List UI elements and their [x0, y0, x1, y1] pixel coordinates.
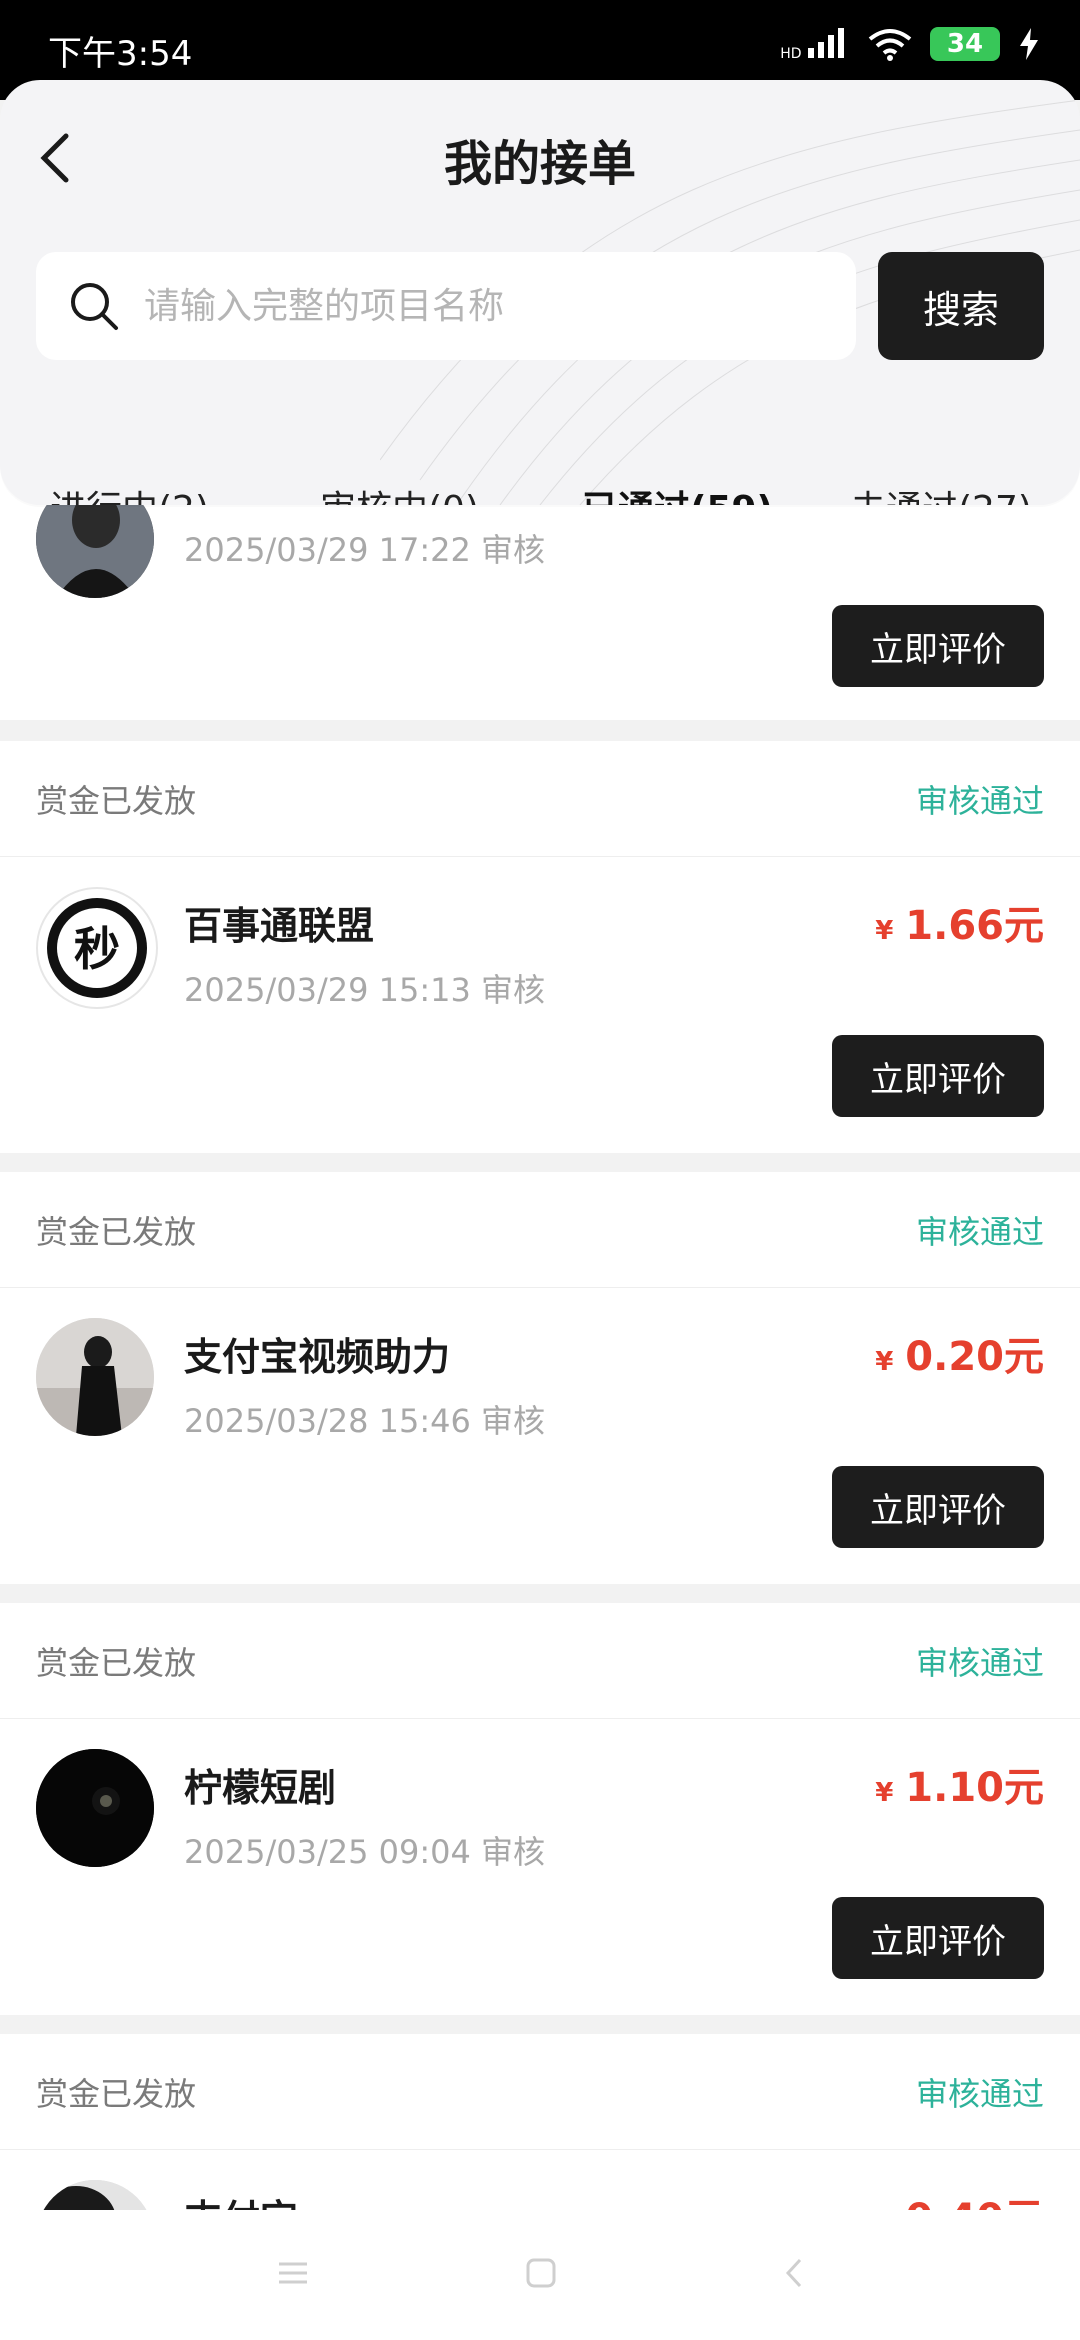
- reward-amount: ¥1.66元: [875, 893, 1044, 951]
- status-tabs: 进行中(2) 审核中(0) 已通过(59) 未通过(27): [0, 480, 1080, 505]
- avatar: [36, 1749, 154, 1867]
- order-card: 赏金已发放 审核通过 支付宝 ¥0.40元: [0, 2034, 1080, 2210]
- currency-symbol: ¥: [875, 916, 894, 946]
- rate-now-button[interactable]: 立即评价: [832, 1466, 1044, 1548]
- reward-paid-label: 赏金已发放: [36, 1643, 197, 1682]
- avatar-photo: [36, 2180, 154, 2210]
- signal-icon: HD: [780, 26, 850, 62]
- review-time: 2025/03/28 15:46 审核: [184, 1402, 546, 1440]
- avatar: 秒: [36, 887, 158, 1009]
- reward-amount: ¥1.10元: [875, 1755, 1044, 1813]
- review-time: 2025/03/29 15:13 审核: [184, 971, 546, 1009]
- page-header: 我的接单 搜索 进行中(2) 审核中(0) 已通过(59) 未通过(27): [0, 80, 1080, 505]
- miao-logo-icon: 秒: [47, 898, 147, 998]
- tab-under-review[interactable]: 审核中(0): [320, 480, 479, 505]
- review-passed-label: 审核通过: [915, 1643, 1044, 1682]
- card-status-row: 赏金已发放 审核通过: [0, 1603, 1080, 1719]
- rate-now-button[interactable]: 立即评价: [832, 605, 1044, 687]
- card-body[interactable]: 柠檬短剧 2025/03/25 09:04 审核 ¥1.10元 立即评价: [0, 1719, 1080, 2015]
- status-time: 下午3:54: [48, 34, 193, 74]
- avatar-photo: [36, 1749, 154, 1867]
- currency-symbol: ¥: [875, 1347, 894, 1377]
- currency-symbol: ¥: [875, 1778, 894, 1808]
- reward-amount: ¥0.20元: [875, 1324, 1044, 1382]
- search-box[interactable]: [36, 252, 856, 360]
- reward-paid-label: 赏金已发放: [36, 1212, 197, 1251]
- order-card: 赏金已发放 审核通过 支付宝视频助力 2025/03/28 15:46 审核 ¥…: [0, 1172, 1080, 1584]
- card-body[interactable]: 支付宝视频助力 2025/03/28 15:46 审核 ¥0.20元 立即评价: [0, 1288, 1080, 1584]
- rate-now-button[interactable]: 立即评价: [832, 1035, 1044, 1117]
- page-title: 我的接单: [443, 136, 636, 192]
- card-body[interactable]: 支付宝 ¥0.40元: [0, 2150, 1080, 2210]
- battery-indicator: 34: [930, 27, 1000, 61]
- back-nav-icon[interactable]: [778, 2256, 812, 2290]
- rate-now-button[interactable]: 立即评价: [832, 1897, 1044, 1979]
- miao-logo-text: 秒: [74, 922, 120, 976]
- review-passed-label: 审核通过: [915, 1212, 1044, 1251]
- charging-icon: [1020, 28, 1038, 60]
- search-icon: [71, 283, 118, 330]
- amount-value: 1.10元: [905, 1765, 1044, 1811]
- avatar-photo: [36, 1318, 154, 1436]
- project-title: 百事通联盟: [184, 904, 375, 948]
- card-status-row: 赏金已发放 审核通过: [0, 1172, 1080, 1288]
- reward-amount: ¥0.40元: [875, 2186, 1044, 2210]
- home-icon[interactable]: [524, 2256, 558, 2290]
- network-type-label: HD: [780, 46, 802, 62]
- tab-rejected[interactable]: 未通过(27): [850, 480, 1032, 505]
- avatar: [36, 2180, 154, 2210]
- order-card: 赏金已发放 审核通过 秒 百事通联盟 2025/03/29 15:13 审核 ¥…: [0, 741, 1080, 1153]
- tab-in-progress[interactable]: 进行中(2): [50, 480, 209, 505]
- review-passed-label: 审核通过: [915, 2074, 1044, 2113]
- amount-value: 1.66元: [905, 903, 1044, 949]
- card-status-row: 赏金已发放 审核通过: [0, 2034, 1080, 2150]
- reward-paid-label: 赏金已发放: [36, 2074, 197, 2113]
- review-passed-label: 审核通过: [915, 781, 1044, 820]
- project-title: 支付宝视频助力: [184, 1335, 451, 1379]
- order-card: 赏金已发放 审核通过 柠檬短剧 2025/03/25 09:04 审核 ¥1.1…: [0, 1603, 1080, 2015]
- status-icons: HD 34: [780, 26, 1040, 62]
- avatar: [36, 1318, 154, 1436]
- review-time: 2025/03/25 09:04 审核: [184, 1833, 546, 1871]
- tab-approved[interactable]: 已通过(59): [582, 480, 773, 505]
- wifi-icon: [868, 29, 912, 61]
- amount-value: 0.40元: [905, 2196, 1044, 2210]
- amount-value: 0.20元: [905, 1334, 1044, 1380]
- card-status-row: 赏金已发放 审核通过: [0, 741, 1080, 857]
- project-title: 柠檬短剧: [184, 1766, 337, 1810]
- search-input[interactable]: [142, 284, 826, 328]
- review-time: 2025/03/29 17:22 审核: [184, 531, 546, 569]
- project-title: 支付宝: [184, 2188, 298, 2210]
- menu-icon[interactable]: [276, 2256, 310, 2290]
- system-nav-bar: [0, 2210, 1080, 2340]
- reward-paid-label: 赏金已发放: [36, 781, 197, 820]
- card-body[interactable]: 秒 百事通联盟 2025/03/29 15:13 审核 ¥1.66元 立即评价: [0, 857, 1080, 1153]
- search-button[interactable]: 搜索: [878, 252, 1044, 360]
